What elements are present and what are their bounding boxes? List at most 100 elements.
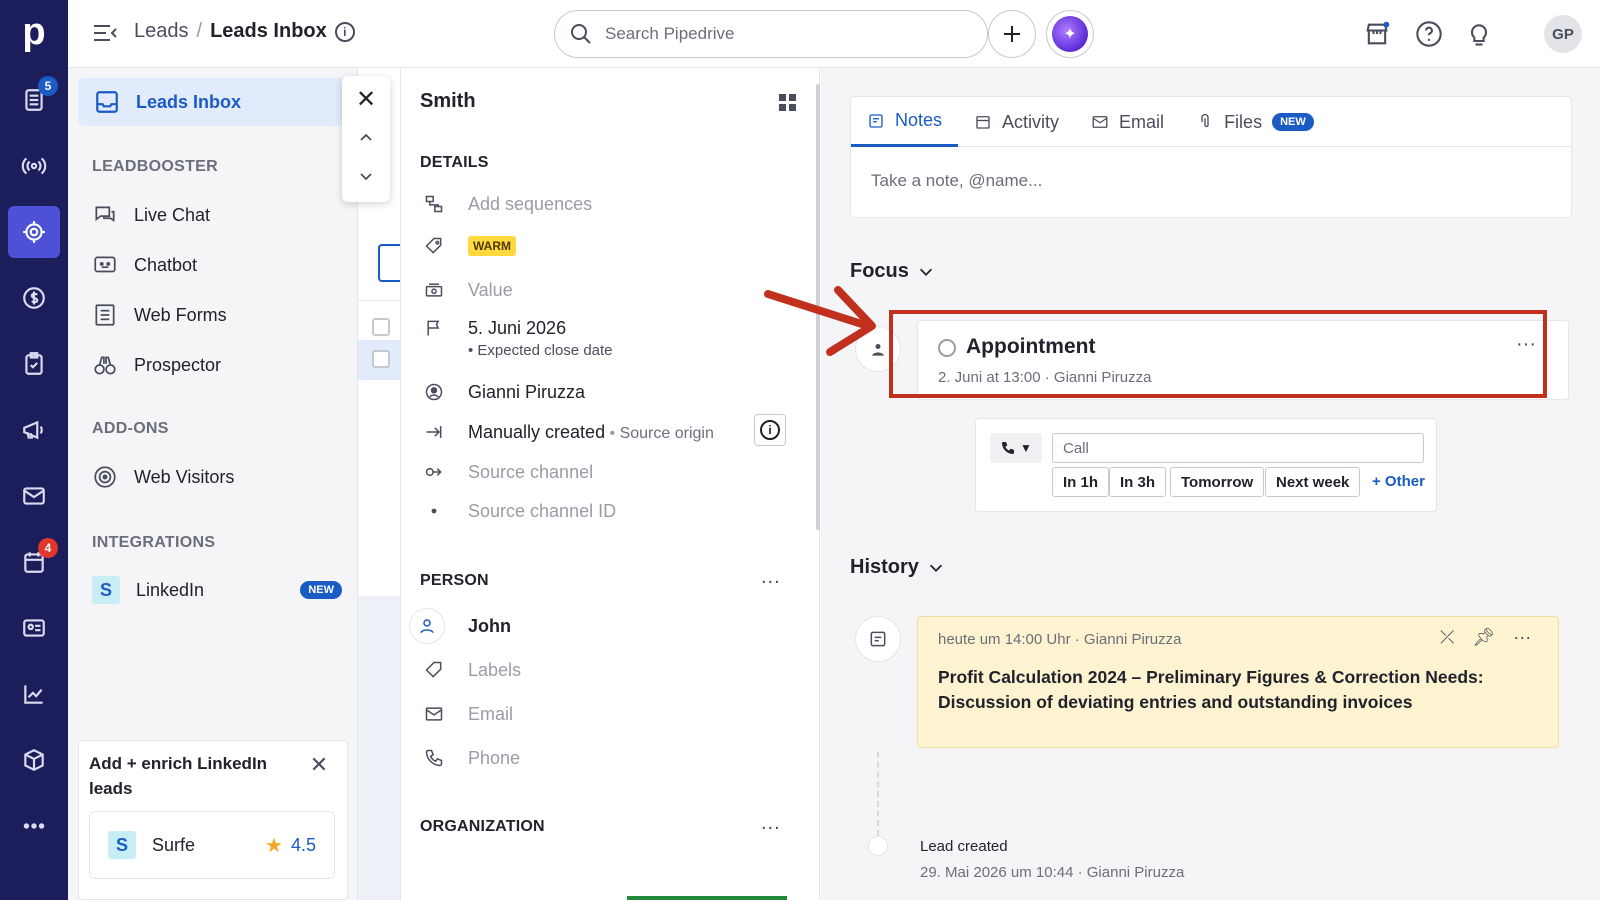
nav-insights-icon[interactable] (8, 668, 60, 720)
source-channel-id-row[interactable]: Source channel ID (422, 499, 616, 523)
nav-broadcast-icon[interactable] (8, 140, 60, 192)
note-input[interactable]: Take a note, @name... (871, 171, 1042, 191)
value-row[interactable]: Value (422, 278, 513, 302)
person-circle-icon (422, 380, 446, 404)
pin-icon[interactable]: 📌︎ (1472, 627, 1495, 648)
chevron-up-icon[interactable] (356, 128, 376, 148)
owner-name: Gianni Piruzza (468, 381, 586, 402)
pipedrive-logo[interactable]: p (18, 13, 50, 51)
person-more-icon[interactable]: ... (761, 566, 781, 589)
tab-email[interactable]: Email (1075, 97, 1180, 147)
nav-products-icon[interactable] (8, 734, 60, 786)
source-channel-field: Source channel (468, 461, 594, 482)
row-checkbox[interactable] (372, 350, 390, 368)
activity-type-select[interactable]: ▼ (990, 433, 1042, 463)
timeline-dot (868, 836, 888, 856)
search-input[interactable] (605, 24, 965, 44)
note-history-card[interactable]: heute um 14:00 Uhr · Gianni Piruzza ⤫ 📌︎… (917, 616, 1559, 748)
main-nav-rail: p 5 4 (0, 0, 68, 900)
tab-label: Files (1224, 111, 1263, 132)
activity-panel: Notes Activity Email Files NEW Take a no… (821, 68, 1600, 900)
value-field: Value (468, 279, 513, 300)
money-icon (422, 278, 446, 302)
sidebar-item-linkedin[interactable]: S LinkedIn NEW (92, 576, 342, 604)
source-origin-row[interactable]: Manually created • Source origin (422, 420, 714, 444)
sidebar-item-web-forms[interactable]: Web Forms (92, 302, 227, 328)
tab-files[interactable]: Files NEW (1180, 97, 1330, 147)
breadcrumb-leads[interactable]: Leads (134, 20, 189, 43)
activity-subject-input[interactable] (1052, 433, 1424, 463)
tab-activity[interactable]: Activity (958, 97, 1075, 147)
source-info-button[interactable]: i (754, 414, 786, 446)
addons-heading: ADD-ONS (92, 420, 169, 437)
grid-layout-icon[interactable] (777, 92, 799, 114)
nav-calendar-icon[interactable]: 4 (8, 536, 60, 588)
new-badge: NEW (300, 581, 342, 599)
tomorrow-button[interactable]: Tomorrow (1170, 467, 1265, 497)
surfe-app-card[interactable]: S Surfe ★ 4.5 (89, 811, 335, 879)
tab-notes[interactable]: Notes (851, 97, 959, 147)
row-checkbox[interactable] (372, 318, 390, 336)
person-phone-row[interactable]: Phone (422, 746, 520, 770)
person-email-field: Email (468, 703, 514, 724)
history-heading[interactable]: History (850, 556, 945, 579)
person-labels-row[interactable]: Labels (422, 658, 521, 682)
phone-icon (422, 746, 446, 770)
more-options-icon[interactable]: ··· (1513, 627, 1531, 648)
person-name[interactable]: John (468, 616, 511, 637)
in-1h-button[interactable]: In 1h (1052, 467, 1110, 497)
lead-created-meta: 29. Mai 2026 um 10:44 · Gianni Piruzza (920, 864, 1185, 881)
nav-deals-icon[interactable] (8, 272, 60, 324)
lightbulb-icon[interactable] (1462, 17, 1496, 51)
labels-row[interactable]: WARM (422, 234, 516, 258)
nav-campaigns-icon[interactable] (8, 404, 60, 456)
nav-target-icon[interactable] (8, 206, 60, 258)
person-labels-field: Labels (468, 659, 522, 680)
person-email-row[interactable]: Email (422, 702, 513, 726)
search-icon (571, 24, 591, 44)
owner-row[interactable]: Gianni Piruzza (422, 380, 585, 404)
organization-more-icon[interactable]: ... (761, 812, 781, 835)
tab-label: Activity (1002, 111, 1060, 132)
add-button[interactable] (988, 10, 1036, 58)
nav-tasks-icon[interactable] (8, 338, 60, 390)
search-bar[interactable] (554, 10, 988, 58)
close-icon[interactable]: ✕ (307, 753, 331, 777)
other-date-link[interactable]: + Other (1372, 473, 1425, 490)
sidebar-item-web-visitors[interactable]: Web Visitors (92, 464, 234, 490)
marketplace-icon[interactable] (1360, 17, 1394, 51)
warm-label-badge[interactable]: WARM (468, 236, 516, 256)
inbox-icon (96, 91, 118, 113)
nav-mail-icon[interactable] (8, 470, 60, 522)
sidebar-item-prospector[interactable]: Prospector (92, 352, 221, 378)
close-date-row[interactable]: 5. Juni 2026 (422, 316, 566, 340)
binoculars-icon (94, 356, 116, 375)
lead-created-label: Lead created (920, 838, 1008, 855)
nav-leads-icon[interactable]: 5 (8, 74, 60, 126)
source-channel-row[interactable]: Source channel (422, 460, 593, 484)
sidebar-item-chatbot[interactable]: Chatbot (92, 252, 197, 278)
in-3h-button[interactable]: In 3h (1109, 467, 1167, 497)
user-avatar[interactable]: GP (1544, 15, 1582, 53)
help-icon[interactable] (1412, 17, 1446, 51)
nav-contacts-icon[interactable] (8, 602, 60, 654)
sidebar-item-label: Live Chat (134, 204, 211, 225)
add-sequences-row[interactable]: Add sequences (422, 192, 592, 216)
action-bar-edge (627, 896, 787, 900)
chevron-down-icon[interactable] (356, 166, 376, 186)
promo-title: Add + enrich LinkedIn leads (89, 754, 268, 798)
close-icon[interactable]: ✕ (354, 88, 378, 112)
collapse-menu-icon[interactable] (92, 22, 118, 44)
sidebar-item-live-chat[interactable]: Live Chat (92, 202, 210, 228)
next-week-button[interactable]: Next week (1265, 467, 1361, 497)
ai-assistant-button[interactable]: ✦ (1046, 10, 1094, 58)
info-icon[interactable]: i (334, 21, 355, 42)
person-heading: PERSON (420, 572, 489, 589)
details-heading: DETAILS (420, 154, 489, 171)
nav-more-icon[interactable] (8, 800, 60, 852)
promo-app-name: Surfe (152, 834, 196, 855)
lead-detail-panel: Smith DETAILS Add sequences WARM Value 5… (400, 68, 820, 900)
person-avatar (409, 608, 445, 644)
sidebar-item-leads-inbox[interactable]: Leads Inbox (78, 78, 356, 126)
collapse-icon[interactable]: ⤫ (1440, 627, 1454, 648)
